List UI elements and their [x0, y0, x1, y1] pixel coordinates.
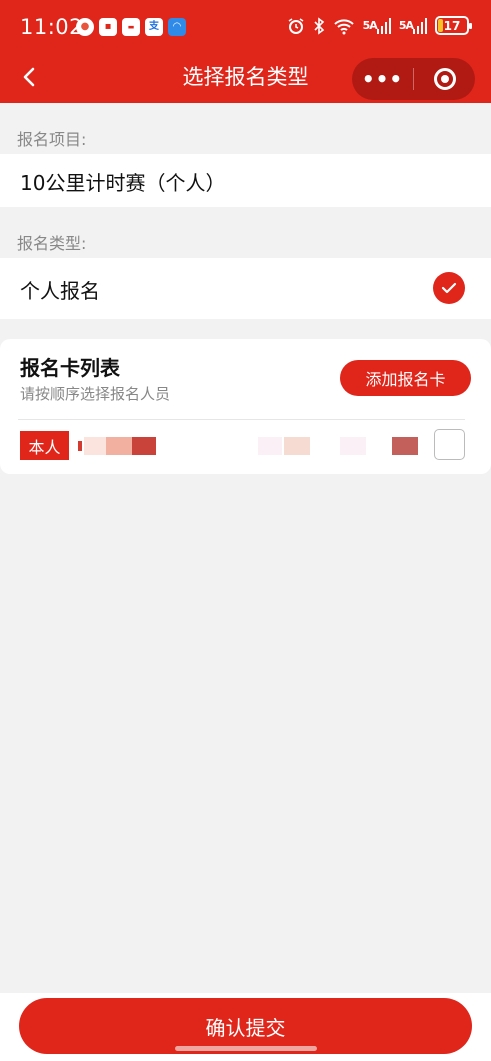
- person-info-redacted: [258, 431, 423, 461]
- type-option-individual[interactable]: 个人报名: [0, 258, 491, 319]
- alarm-icon: [287, 17, 305, 35]
- status-bar: 11:02 ● ▪ ▬ 支 ◠ 5A 5A 17: [0, 0, 491, 54]
- nav-bar: 选择报名类型 •••: [0, 54, 491, 103]
- person-name-redacted: [78, 431, 158, 461]
- bluetooth-icon: [313, 16, 325, 35]
- browser-icon: ●: [76, 18, 94, 36]
- more-button[interactable]: •••: [352, 58, 413, 100]
- project-value: 10公里计时赛（个人）: [20, 171, 226, 195]
- video-icon: ▪: [99, 18, 117, 36]
- notification-icons: ● ▪ ▬ 支 ◠: [76, 18, 186, 36]
- home-indicator: [175, 1046, 317, 1051]
- type-value: 个人报名: [20, 279, 100, 303]
- signal-label-2: 5A: [398, 19, 414, 32]
- alipay-icon: 支: [145, 18, 163, 36]
- news-icon: ▬: [122, 18, 140, 36]
- target-icon: [433, 68, 456, 90]
- more-icon: •••: [361, 67, 404, 91]
- header: 11:02 ● ▪ ▬ 支 ◠ 5A 5A 17 选择报名类型 •••: [0, 0, 491, 103]
- battery-icon: 17: [435, 16, 472, 35]
- system-icons: 5A 5A 17: [287, 16, 472, 35]
- wifi-app-icon: ◠: [168, 18, 186, 36]
- battery-level: 17: [443, 18, 461, 33]
- signal-icon-2: 5A: [398, 17, 427, 34]
- project-label: 报名项目:: [17, 130, 87, 149]
- miniprogram-capsule: •••: [352, 58, 475, 100]
- card-list-subtitle: 请按顺序选择报名人员: [20, 385, 171, 403]
- check-icon: [433, 272, 465, 304]
- wifi-icon: [333, 17, 355, 35]
- project-row: 10公里计时赛（个人）: [0, 154, 491, 207]
- registration-card-list: 报名卡列表 请按顺序选择报名人员 添加报名卡 本人: [0, 339, 491, 474]
- status-time: 11:02: [20, 15, 84, 39]
- card-list-title: 报名卡列表: [20, 356, 120, 380]
- signal-label-1: 5A: [362, 19, 378, 32]
- close-miniprogram-button[interactable]: [414, 58, 475, 100]
- battery-fill: [438, 19, 444, 32]
- divider: [18, 419, 465, 420]
- self-tag: 本人: [20, 431, 69, 460]
- signal-icon-1: 5A: [362, 17, 391, 34]
- add-card-button[interactable]: 添加报名卡: [340, 360, 471, 396]
- person-checkbox[interactable]: [434, 429, 465, 460]
- type-label: 报名类型:: [17, 234, 87, 253]
